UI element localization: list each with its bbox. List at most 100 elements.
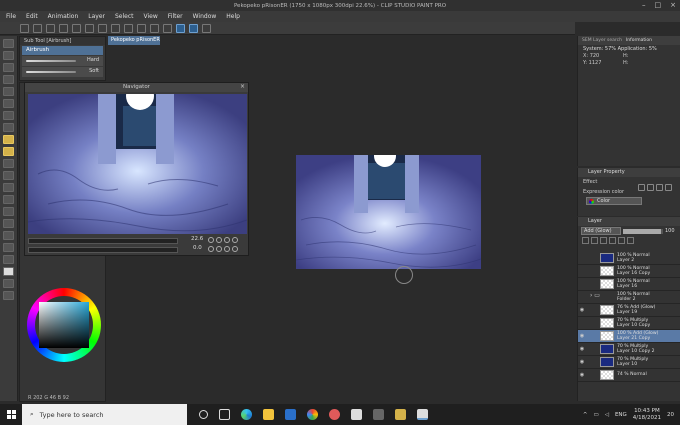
menu-file[interactable]: File [6, 13, 16, 20]
clear-icon[interactable] [98, 23, 107, 33]
menu-view[interactable]: View [144, 13, 158, 20]
eye-icon[interactable]: ◉ [578, 372, 586, 378]
cortana-icon[interactable] [199, 410, 208, 419]
airbrush-tool-icon[interactable] [3, 159, 14, 168]
selection-tool-icon[interactable] [3, 87, 14, 96]
draft-layer-icon[interactable] [600, 237, 607, 244]
actual-size-icon[interactable] [232, 237, 238, 243]
open-file-icon[interactable] [33, 23, 42, 33]
border-effect-icon[interactable] [638, 184, 645, 191]
rotation-value[interactable]: 0.0 [193, 245, 202, 251]
snap-special-ruler-icon[interactable] [189, 23, 198, 33]
eraser-tool-icon[interactable] [3, 183, 14, 192]
taskbar-search[interactable]: ⌕ Type here to search [22, 404, 187, 425]
undo-icon[interactable] [72, 23, 81, 33]
pen-tool-icon[interactable] [3, 123, 14, 132]
balloon-tool-icon[interactable] [3, 279, 14, 288]
rotate-right-icon[interactable] [216, 246, 222, 252]
ruler-tool-icon[interactable] [3, 255, 14, 264]
minimize-icon[interactable]: – [642, 1, 646, 9]
language-indicator[interactable]: ENG [615, 412, 627, 418]
lock-icon[interactable] [609, 237, 616, 244]
eyedropper-tool-icon[interactable] [3, 111, 14, 120]
layer-row[interactable]: 100 % Normal Layer 16 Copy [578, 265, 680, 278]
expression-color-select[interactable]: Color [586, 197, 642, 205]
zoom-in-icon[interactable] [216, 237, 222, 243]
move-tool-icon[interactable] [3, 51, 14, 60]
redo-icon[interactable] [85, 23, 94, 33]
menu-help[interactable]: Help [226, 13, 240, 20]
chrome-icon[interactable] [307, 409, 318, 420]
layer-row[interactable]: › ▭ 100 % Normal Folder 2 [578, 291, 680, 304]
frame-border-tool-icon[interactable] [3, 243, 14, 252]
chrome-profile-icon[interactable] [329, 409, 340, 420]
menu-edit[interactable]: Edit [26, 13, 38, 20]
clip-studio-icon[interactable] [395, 409, 406, 420]
zoom-slider[interactable] [28, 238, 178, 244]
rotate-left-icon[interactable] [208, 246, 214, 252]
menu-filter[interactable]: Filter [168, 13, 183, 20]
operation-tool-icon[interactable] [3, 63, 14, 72]
navigator-preview[interactable] [28, 94, 247, 234]
decoration-tool-icon[interactable] [3, 171, 14, 180]
layer-row[interactable]: ◉ 70 % Multiply Layer 10 Copy 2 [578, 343, 680, 356]
menu-layer[interactable]: Layer [88, 13, 105, 20]
rotation-slider[interactable] [28, 247, 178, 253]
layer-row[interactable]: ◉ 100 % Add (Glow) Layer 21 Copy [578, 330, 680, 343]
export-icon[interactable] [59, 23, 68, 33]
zoom-value[interactable]: 22.6 [191, 236, 203, 242]
maximize-icon[interactable]: □ [655, 1, 662, 9]
invert-selection-icon[interactable] [150, 23, 159, 33]
volume-icon[interactable]: ◁ [605, 412, 609, 418]
tab-information[interactable]: Information [626, 38, 652, 43]
saturation-value-square[interactable] [39, 302, 89, 348]
fit-icon[interactable] [224, 237, 230, 243]
brush-hard[interactable]: Hard [22, 56, 103, 66]
save-icon[interactable] [46, 23, 55, 33]
blend-mode-select[interactable]: Add (Glow) [581, 227, 621, 235]
auto-select-tool-icon[interactable] [3, 99, 14, 108]
tab-layer-search[interactable]: SEM Layer search [582, 38, 622, 43]
menu-window[interactable]: Window [193, 13, 217, 20]
app-icon[interactable] [351, 409, 362, 420]
layer-row[interactable]: ◉ 76 % Add (Glow) Layer 19 [578, 304, 680, 317]
zoom-out-icon[interactable] [208, 237, 214, 243]
fill-tool-icon[interactable] [3, 207, 14, 216]
canvas[interactable] [296, 155, 481, 269]
chevron-up-icon[interactable]: ^ [583, 412, 588, 418]
close-icon[interactable]: × [240, 83, 245, 90]
transform-icon[interactable] [111, 23, 120, 33]
start-button[interactable] [0, 404, 22, 425]
brush-tool-icon[interactable] [3, 147, 14, 156]
snap-grid-icon[interactable] [202, 23, 211, 33]
reference-layer-icon[interactable] [591, 237, 598, 244]
flip-icon[interactable] [232, 246, 238, 252]
layer-row[interactable]: 100 % Normal Layer 2 [578, 252, 680, 265]
new-file-icon[interactable] [20, 23, 29, 33]
move-layer-tool-icon[interactable] [3, 75, 14, 84]
layer-row[interactable]: 70 % Multiply Layer 10 Copy [578, 317, 680, 330]
eye-icon[interactable]: ◉ [578, 359, 586, 365]
store-icon[interactable] [285, 409, 296, 420]
select-all-icon[interactable] [124, 23, 133, 33]
notification-icon[interactable]: 20 [667, 412, 674, 418]
document-tab[interactable]: Pekopeko pRisonER [108, 36, 160, 45]
text-tool-icon[interactable] [3, 267, 14, 276]
task-view-icon[interactable] [219, 409, 230, 420]
tone-effect-icon[interactable] [656, 184, 663, 191]
menu-animation[interactable]: Animation [48, 13, 79, 20]
watercolor-edge-icon[interactable] [647, 184, 654, 191]
eye-icon[interactable]: ◉ [578, 346, 586, 352]
edge-icon[interactable] [241, 409, 252, 420]
opacity-value[interactable]: 100 [665, 228, 675, 234]
file-explorer-icon[interactable] [263, 409, 274, 420]
snap-ruler-icon[interactable] [176, 23, 185, 33]
layer-row[interactable]: ◉ 70 % Multiply Layer 10 [578, 356, 680, 369]
clip-studio-paint-icon[interactable] [417, 409, 428, 420]
blend-tool-icon[interactable] [3, 195, 14, 204]
layer-row[interactable]: ◉ 74 % Normal [578, 369, 680, 382]
deselect-icon[interactable] [137, 23, 146, 33]
clip-lower-layer-icon[interactable] [582, 237, 589, 244]
crop-icon[interactable] [163, 23, 172, 33]
correct-line-tool-icon[interactable] [3, 291, 14, 300]
